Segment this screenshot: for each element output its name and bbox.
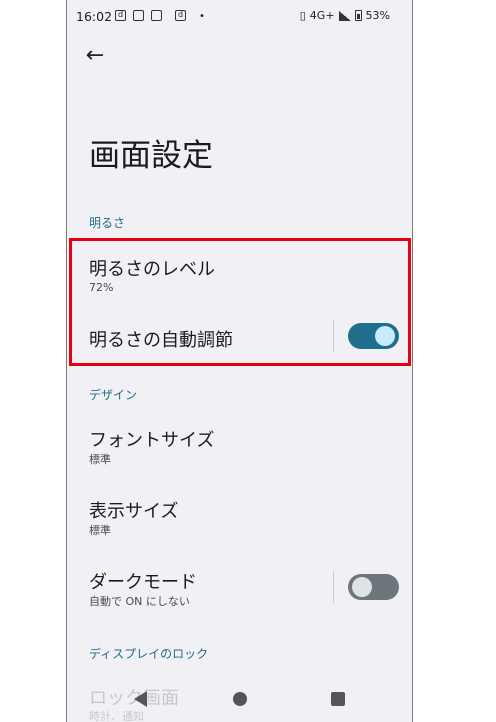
notification-icon-2: d xyxy=(175,10,186,21)
dark-mode-toggle[interactable] xyxy=(348,574,399,600)
dark-mode-title[interactable]: ダークモード xyxy=(89,568,197,594)
section-display-lock: ディスプレイのロック xyxy=(89,647,209,661)
font-size-title[interactable]: フォントサイズ xyxy=(89,426,214,452)
divider xyxy=(333,571,334,603)
more-notifications-dot: • xyxy=(199,11,205,22)
display-size-value: 標準 xyxy=(89,524,111,537)
display-size-title[interactable]: 表示サイズ xyxy=(89,497,178,523)
status-right: ▯ 4G+ 53% xyxy=(300,9,390,22)
navigation-bar xyxy=(67,678,412,722)
page-title: 画面設定 xyxy=(89,138,213,174)
font-size-value: 標準 xyxy=(89,453,111,466)
book-icon xyxy=(133,10,144,21)
nav-recents-icon[interactable] xyxy=(331,692,345,706)
notification-icon: d xyxy=(115,10,126,21)
network-label: 4G+ xyxy=(309,9,335,22)
section-design: デザイン xyxy=(89,388,138,402)
nav-home-icon[interactable] xyxy=(233,692,247,706)
battery-percent: 53% xyxy=(365,9,390,22)
gift-icon xyxy=(151,10,162,21)
toggle-thumb xyxy=(352,577,372,597)
battery-icon xyxy=(354,10,362,21)
highlight-box xyxy=(69,238,411,366)
signal-icon xyxy=(338,10,351,21)
nav-back-icon[interactable] xyxy=(134,691,147,707)
back-arrow-icon[interactable]: ← xyxy=(81,42,109,70)
dark-mode-subtitle: 自動で ON にしない xyxy=(89,595,190,608)
vibrate-icon: ▯ xyxy=(299,9,306,22)
status-time: 16:02 xyxy=(76,9,113,24)
section-brightness: 明るさ xyxy=(89,216,126,230)
status-bar: 16:02 d d • ▯ 4G+ 53% xyxy=(67,0,412,34)
